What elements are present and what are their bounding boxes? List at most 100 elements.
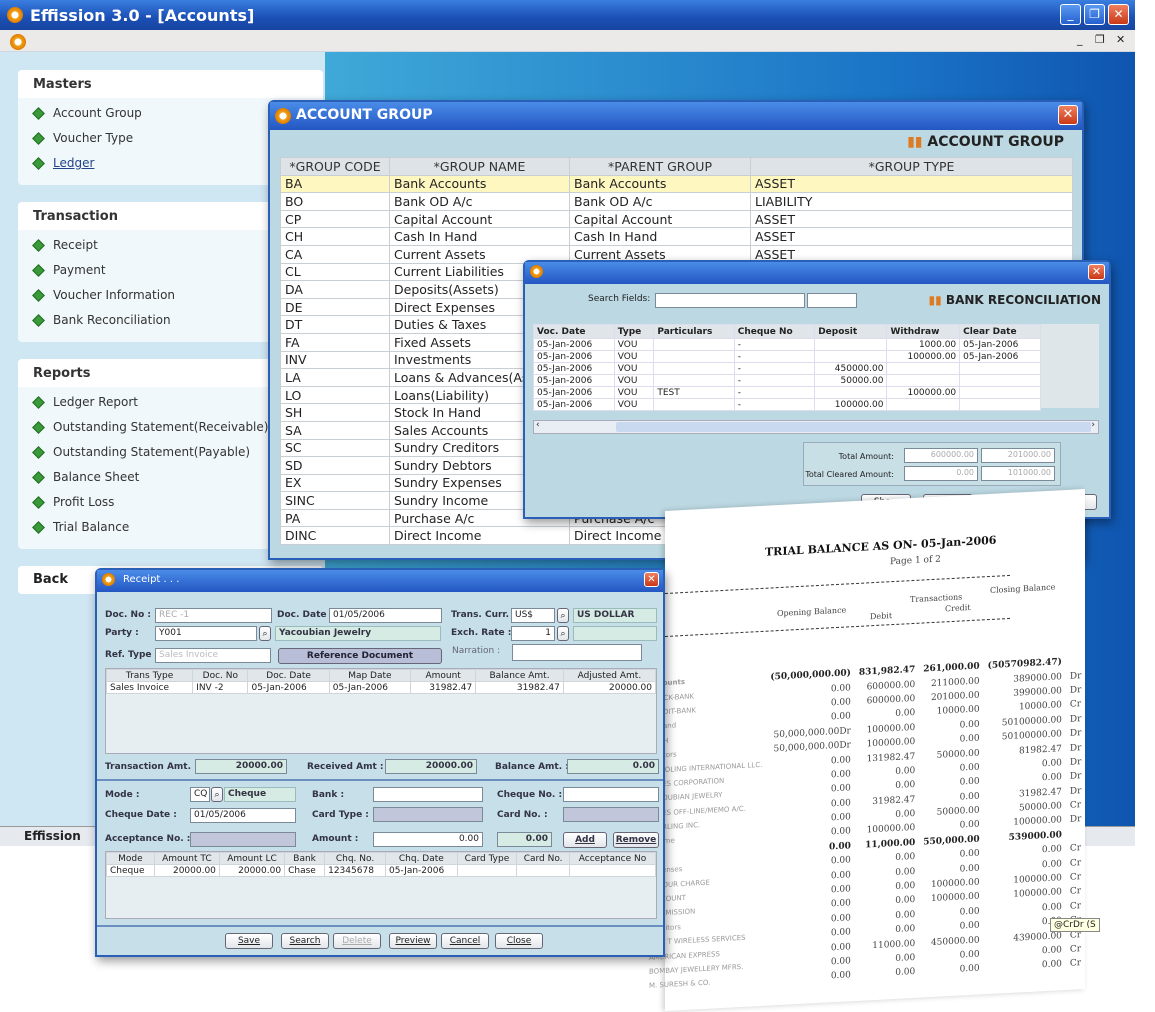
amount-field[interactable]: 0.00 bbox=[373, 832, 483, 847]
table-cell: FA bbox=[280, 332, 390, 352]
app-menu-icon[interactable] bbox=[10, 34, 26, 50]
column-header[interactable]: *GROUP CODE bbox=[280, 157, 390, 176]
horizontal-scrollbar[interactable]: ‹ › bbox=[533, 420, 1099, 434]
table-cell: VOU bbox=[613, 398, 655, 411]
column-header[interactable]: Adjusted Amt. bbox=[562, 669, 657, 682]
party-code-field[interactable]: Y001 bbox=[155, 626, 257, 641]
column-header[interactable]: Clear Date bbox=[959, 324, 1041, 339]
table-cell: ASSET bbox=[750, 227, 1073, 246]
column-header[interactable]: Card No. bbox=[516, 852, 571, 865]
table-cell: 05-Jan-2006 bbox=[533, 398, 615, 411]
column-header[interactable]: Bank bbox=[284, 852, 326, 865]
cheque-date-field[interactable]: 01/05/2006 bbox=[190, 808, 296, 823]
mdi-close-icon[interactable]: ✕ bbox=[1116, 33, 1125, 46]
cancel-button[interactable]: Cancel bbox=[441, 933, 489, 949]
table-row[interactable]: 05-Jan-2006 VOU -50000.00 bbox=[533, 374, 1041, 387]
payment-table: Mode Amount TC Amount LC Bank Chq. No. Chq. D… bbox=[106, 852, 656, 877]
column-header[interactable]: Withdraw bbox=[886, 324, 961, 339]
restore-icon[interactable]: ❐ bbox=[1084, 4, 1105, 25]
table-cell: 05-Jan-2006 bbox=[533, 338, 615, 351]
column-header[interactable]: Amount TC bbox=[153, 852, 220, 865]
table-row[interactable]: 05-Jan-2006 VOU TEST - 100000.00 bbox=[533, 386, 1041, 399]
column-header[interactable]: Amount bbox=[410, 669, 477, 682]
exch-rate-field[interactable]: 1 bbox=[511, 626, 555, 641]
column-header[interactable]: Doc. No bbox=[192, 669, 249, 682]
acceptance-no-field[interactable] bbox=[190, 832, 296, 847]
reference-grid: Trans Type Doc. No Doc. Date Map Date Amount… bbox=[105, 668, 657, 754]
sidebar-item-label: Profit Loss bbox=[53, 495, 115, 509]
column-header[interactable]: Map Date bbox=[328, 669, 412, 682]
reference-document-button[interactable]: Reference Document bbox=[278, 648, 442, 664]
column-header[interactable]: Voc. Date bbox=[533, 324, 615, 339]
table-row[interactable]: CH Cash In Hand Cash In Hand ASSET bbox=[280, 227, 1073, 246]
scroll-right-icon[interactable]: › bbox=[1091, 420, 1095, 430]
table-cell: DINC bbox=[280, 526, 390, 546]
column-header[interactable]: Chq. No. bbox=[324, 852, 386, 865]
table-cell: DE bbox=[280, 297, 390, 317]
close-icon[interactable]: ✕ bbox=[644, 572, 659, 587]
close-icon[interactable]: ✕ bbox=[1108, 4, 1129, 25]
search-button[interactable]: Search bbox=[281, 933, 329, 949]
column-header[interactable]: Trans Type bbox=[105, 669, 194, 682]
column-header[interactable]: Balance Amt. bbox=[475, 669, 564, 682]
table-cell: 50000.00 bbox=[814, 374, 888, 387]
close-icon[interactable]: ✕ bbox=[1058, 105, 1078, 125]
table-cell bbox=[886, 398, 961, 411]
column-header[interactable]: Chq. Date bbox=[384, 852, 458, 865]
trans-curr-field[interactable]: US$ bbox=[511, 608, 555, 623]
ref-type-select[interactable]: Sales Invoice bbox=[155, 648, 271, 663]
card-type-select[interactable] bbox=[373, 807, 483, 822]
column-header[interactable]: Cheque No bbox=[733, 324, 816, 339]
table-row[interactable]: Cheque 20000.00 20000.00 Chase 12345678 05-Ja… bbox=[106, 864, 656, 877]
card-no-field[interactable] bbox=[563, 807, 659, 822]
table-row[interactable]: 05-Jan-2006 VOU -450000.00 bbox=[533, 362, 1041, 375]
column-header[interactable]: Type bbox=[613, 324, 655, 339]
doc-no-field[interactable]: REC -1 bbox=[155, 608, 272, 623]
table-row[interactable]: 05-Jan-2006 VOU -100000.00 05-Jan-2006 bbox=[533, 350, 1041, 363]
save-button[interactable]: Save bbox=[225, 933, 273, 949]
reference-table: Trans Type Doc. No Doc. Date Map Date Amount… bbox=[105, 669, 657, 694]
narration-field[interactable] bbox=[512, 644, 642, 661]
column-header[interactable]: Deposit bbox=[814, 324, 888, 339]
preview-button[interactable]: Preview bbox=[389, 933, 437, 949]
search-field-input[interactable] bbox=[655, 293, 805, 308]
search-field-input-2[interactable] bbox=[807, 293, 857, 308]
column-header[interactable]: Particulars bbox=[653, 324, 735, 339]
table-row[interactable]: BO Bank OD A/c Bank OD A/c LIABILITY bbox=[280, 192, 1073, 211]
bank-field[interactable] bbox=[373, 787, 483, 802]
mode-lookup-icon[interactable]: ⌕ bbox=[211, 787, 223, 802]
add-button[interactable]: Add bbox=[563, 832, 607, 848]
close-icon[interactable]: ✕ bbox=[1088, 264, 1105, 280]
remove-button[interactable]: Remove bbox=[613, 832, 659, 848]
table-cell: Chase bbox=[284, 864, 326, 877]
table-row[interactable]: CP Capital Account Capital Account ASSET bbox=[280, 209, 1073, 229]
minimize-icon[interactable]: _ bbox=[1060, 4, 1081, 25]
column-header[interactable]: Acceptance No bbox=[569, 852, 656, 865]
currency-lookup-icon[interactable]: ⌕ bbox=[557, 608, 569, 623]
close-button[interactable]: Close bbox=[495, 933, 543, 949]
mdi-minimize-icon[interactable]: _ bbox=[1077, 33, 1083, 46]
column-header[interactable]: Mode bbox=[106, 852, 155, 865]
column-header[interactable]: Card Type bbox=[456, 852, 518, 865]
column-header[interactable]: *GROUP NAME bbox=[389, 157, 570, 176]
party-lookup-icon[interactable]: ⌕ bbox=[259, 626, 271, 641]
table-cell: 05-Jan-2006 bbox=[328, 681, 412, 694]
mode-code-field[interactable]: CQ bbox=[190, 787, 210, 802]
column-header[interactable]: Amount LC bbox=[218, 852, 286, 865]
table-row[interactable]: BA Bank Accounts Bank Accounts ASSET bbox=[280, 174, 1073, 194]
report-cell: Cr bbox=[1069, 958, 1082, 970]
column-header[interactable]: *GROUP TYPE bbox=[750, 157, 1073, 176]
rate-lookup-icon[interactable]: ⌕ bbox=[557, 626, 569, 641]
table-cell: 100000.00 bbox=[814, 398, 888, 411]
table-row[interactable]: 05-Jan-2006 VOU -100000.00 bbox=[533, 398, 1041, 411]
cheque-no-field[interactable] bbox=[563, 787, 659, 802]
column-header[interactable]: *PARENT GROUP bbox=[569, 157, 751, 176]
table-row[interactable]: 05-Jan-2006 VOU -1000.00 05-Jan-2006 bbox=[533, 338, 1041, 351]
mdi-restore-icon[interactable]: ❐ bbox=[1095, 33, 1105, 46]
column-header[interactable]: Doc. Date bbox=[247, 669, 330, 682]
doc-date-field[interactable]: 01/05/2006 bbox=[329, 608, 442, 623]
amount-label: Amount : bbox=[312, 834, 359, 844]
scrollbar-thumb[interactable] bbox=[616, 422, 1091, 432]
table-row[interactable]: Sales Invoice INV -2 05-Jan-2006 05-Jan-200… bbox=[105, 681, 657, 694]
scroll-left-icon[interactable]: ‹ bbox=[536, 420, 540, 430]
